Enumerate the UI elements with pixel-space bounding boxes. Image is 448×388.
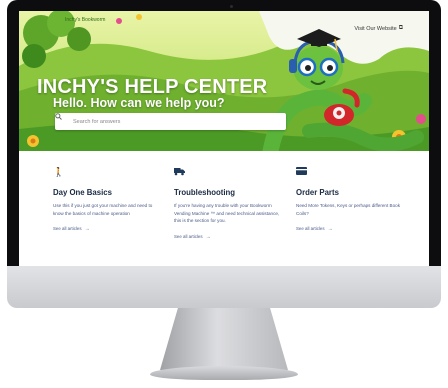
card-title[interactable]: Day One Basics [53,188,163,197]
page-subtitle: Hello. How can we help you? [53,96,225,110]
card-day-one-basics[interactable]: 🚶 Day One Basics Use this if you just go… [53,167,163,232]
card-order-parts[interactable]: Order Parts Need More Tokens, Keys or pe… [296,167,406,232]
truck-icon [174,167,284,179]
person-walking-icon: 🚶 [53,167,65,177]
see-all-articles-link[interactable]: See all articles → [174,234,284,240]
search-box[interactable] [55,113,286,130]
brand-logo[interactable]: Inchy's Bookworm [65,17,105,23]
card-description: Need More Tokens, Keys or perhaps differ… [296,203,401,216]
monitor-chin [7,266,441,308]
arrow-right-icon: → [327,226,333,232]
monitor-stand [160,308,288,370]
link-label: See all articles [174,233,203,239]
screen: Inchy's Bookworm Visit Our Website ⧉ INC… [19,11,429,266]
visit-website-label: Visit Our Website [354,25,397,32]
visit-website-link[interactable]: Visit Our Website ⧉ [354,25,403,32]
monitor-base [150,366,298,380]
see-all-articles-link[interactable]: See all articles → [53,226,163,232]
category-cards: 🚶 Day One Basics Use this if you just go… [19,151,429,266]
link-label: See all articles [296,226,325,231]
link-label: See all articles [53,226,82,231]
card-description: If you're having any trouble with your B… [174,203,280,223]
search-input[interactable] [71,117,275,126]
card-description: Use this if you just got your machine an… [53,203,153,216]
credit-card-icon [296,167,406,179]
card-troubleshooting[interactable]: Troubleshooting If you're having any tro… [174,167,284,240]
see-all-articles-link[interactable]: See all articles → [296,226,406,232]
arrow-right-icon: → [205,233,211,240]
external-link-icon: ⧉ [398,25,403,31]
card-title[interactable]: Order Parts [296,188,406,197]
hero-banner: Inchy's Bookworm Visit Our Website ⧉ INC… [19,11,429,151]
card-title[interactable]: Troubleshooting [174,188,284,197]
camera-dot [230,5,233,8]
arrow-right-icon: → [84,226,90,232]
